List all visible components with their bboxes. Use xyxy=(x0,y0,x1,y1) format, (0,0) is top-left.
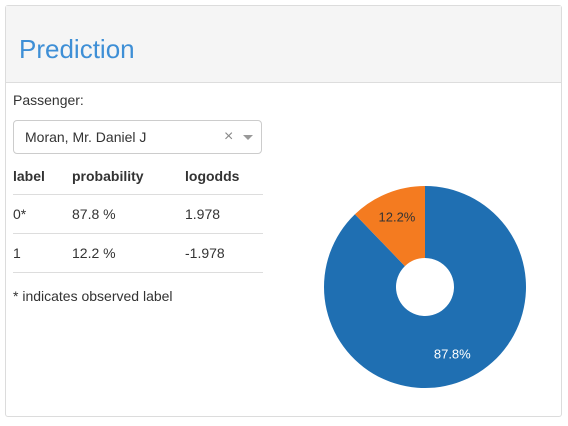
column-header-probability: probability xyxy=(72,157,185,195)
table-header-row: label probability logodds xyxy=(13,157,263,195)
donut-chart: 87.8% 12.2% xyxy=(324,186,526,388)
cell-logodds: 1.978 xyxy=(185,194,263,234)
table-row: 1 12.2 % -1.978 xyxy=(13,233,263,273)
slice-label-0: 87.8% xyxy=(434,347,471,362)
passenger-label: Passenger: xyxy=(13,92,84,108)
column-header-label: label xyxy=(13,157,72,195)
table-row: 0* 87.8 % 1.978 xyxy=(13,194,263,234)
cell-probability: 87.8 % xyxy=(72,194,185,234)
panel-title: Prediction xyxy=(19,34,135,64)
cell-label: 1 xyxy=(13,233,72,273)
panel-header: Prediction xyxy=(6,6,561,83)
caret-down-icon[interactable] xyxy=(243,135,253,140)
passenger-select[interactable]: Moran, Mr. Daniel J × xyxy=(13,120,262,154)
cell-label: 0* xyxy=(13,194,72,234)
passenger-select-value: Moran, Mr. Daniel J xyxy=(25,129,147,145)
footnote: * indicates observed label xyxy=(13,288,173,304)
clear-icon[interactable]: × xyxy=(224,127,233,147)
cell-logodds: -1.978 xyxy=(185,233,263,273)
column-header-logodds: logodds xyxy=(185,157,263,195)
prediction-table: label probability logodds 0* 87.8 % 1.97… xyxy=(13,157,263,273)
slice-label-1: 12.2% xyxy=(379,209,416,224)
cell-probability: 12.2 % xyxy=(72,233,185,273)
